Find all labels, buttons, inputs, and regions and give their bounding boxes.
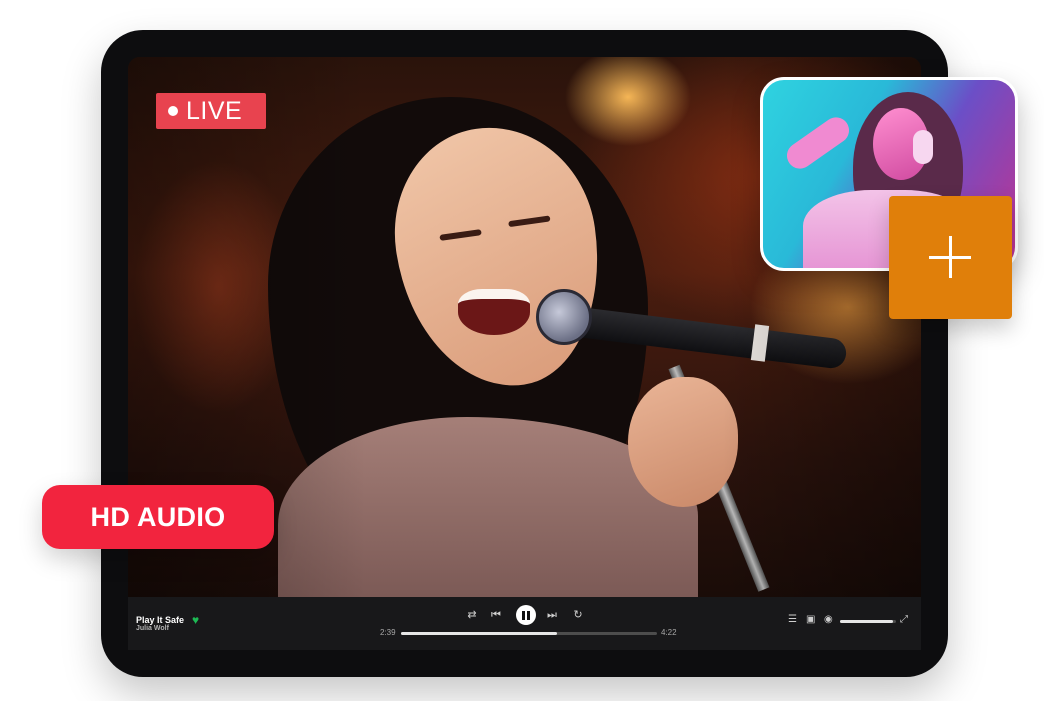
headphones-icon: [913, 130, 933, 164]
hd-audio-label: HD AUDIO: [90, 501, 226, 532]
repeat-icon[interactable]: ↻: [570, 609, 586, 621]
queue-icon[interactable]: ☰: [788, 615, 797, 625]
next-icon[interactable]: ⏭: [544, 609, 560, 621]
progress-bar[interactable]: [401, 632, 657, 635]
volume-fill: [840, 620, 894, 623]
plus-icon-vertical: [949, 236, 952, 278]
previous-icon[interactable]: ⏮: [488, 609, 504, 621]
player-bar: Play It Safe Julia Wolf ♥ ⇄ ⏮ ⏭ ↻ 2:39 4…: [128, 597, 921, 650]
elapsed-time: 2:39: [380, 628, 396, 637]
live-label: LIVE: [186, 96, 243, 125]
thumbnail-arm: [781, 112, 855, 174]
live-dot-icon: [168, 106, 178, 116]
fullscreen-icon[interactable]: ⤢: [900, 615, 908, 625]
shuffle-icon[interactable]: ⇄: [464, 609, 480, 621]
progress-fill: [401, 632, 558, 635]
pause-button[interactable]: [516, 605, 536, 625]
track-title[interactable]: Play It Safe: [136, 615, 184, 625]
pause-icon: [522, 610, 525, 620]
devices-icon[interactable]: ▣: [806, 615, 815, 625]
volume-slider[interactable]: [840, 620, 896, 623]
live-badge: LIVE: [156, 93, 266, 129]
volume-icon[interactable]: ◉: [824, 615, 833, 625]
add-button[interactable]: [889, 196, 1012, 319]
pause-icon-bar: [527, 610, 530, 620]
duration-time: 4:22: [661, 628, 677, 637]
like-heart-icon[interactable]: ♥: [192, 614, 199, 626]
hd-audio-badge: HD AUDIO: [42, 485, 274, 549]
track-artist[interactable]: Julia Wolf: [136, 625, 169, 632]
